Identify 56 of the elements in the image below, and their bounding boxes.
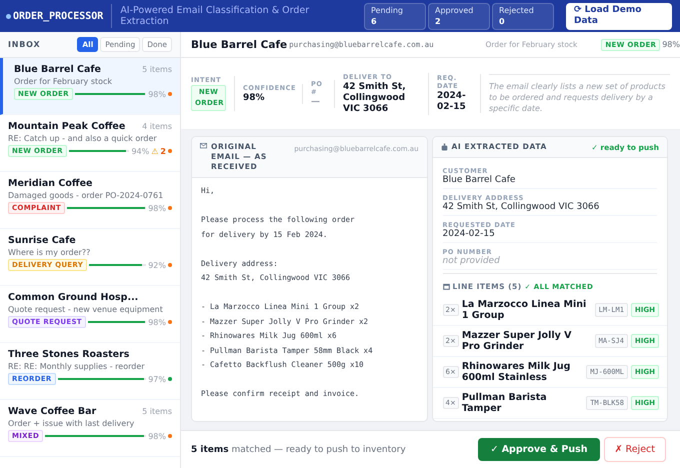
field-value: — [311,96,321,108]
sender-name: Wave Coffee Bar [8,406,96,417]
warning-count: 2 [160,146,166,156]
confidence-value: 98% [148,432,166,440]
app-subtitle: AI-Powered Email Classification & Order Extraction [120,5,310,27]
item-count: 4 items [142,122,172,131]
warning-icon: ⚠ [151,146,158,156]
email-subject: Order + issue with last delivery [8,419,136,428]
field-value: Blue Barrel Cafe [442,175,516,185]
item-count: 5 items [142,407,172,416]
confidence-value: 92% [148,260,166,270]
product-name: La Marzocco Linea Mini 1 Group [462,299,588,321]
stat-value: 6 [371,16,378,26]
sender-name: Blue Barrel Cafe [14,64,101,75]
email-subject: RE: RE: Monthly supplies - reorder [8,362,146,371]
email-subject: RE: Catch up - and also a quick order [8,134,158,143]
stat-label: Pending [371,6,404,16]
sender-name: Three Stones Roasters [8,349,130,360]
email-subject: Where is my order?? [8,248,92,257]
confidence-value: 98% [148,90,166,98]
item-count: 5 items [142,65,172,74]
footer-summary: 5 items matched — ready to push to inventory [191,444,406,454]
sender-name: Sunrise Cafe [8,235,76,246]
field-value: 42 Smith St, Collingwood VIC 3066 [442,202,600,212]
field-value: 42 Smith St, Collingwood VIC 3066 [343,82,407,114]
sender-name: Meridian Coffee [8,178,92,189]
stat-label: Rejected [499,6,535,16]
confidence-value: 94% [131,146,150,156]
stat-label: Approved [435,6,474,16]
reject-button[interactable]: ✗ Reject [604,437,666,462]
confidence-value: 98% [662,40,680,49]
stat-value: 2 [435,16,442,26]
product-name: Mazzer Super Jolly V Pro Grinder [462,330,572,352]
field-value: not provided [442,256,501,266]
email-subject: Damaged goods - order PO-2024-0761 [8,191,164,200]
email-subject: Quote request - new venue equipment [8,305,164,314]
customer-name: Blue Barrel Cafe [191,38,288,50]
field-value: 98% [243,92,266,104]
approve-button[interactable]: ✓ Approve & Push [478,438,600,461]
sender-name: Common Ground Hosp... [8,292,138,303]
app-logo: ORDER_PROCESSOR [13,10,104,22]
dot-icon [6,14,11,18]
sender-name: Mountain Peak Coffee [8,121,126,132]
load-demo-button[interactable]: ⟳ Load Demo Data [566,2,672,30]
confidence-value: 98% [148,204,166,212]
inbox-title: INBOX [8,40,40,49]
stat-value: 0 [499,16,506,26]
email-subject: Order for February stock [14,77,114,86]
confidence-value: 97% [148,374,166,384]
envelope-icon [200,142,207,149]
field-value: 2024-02-15 [437,91,467,113]
product-name: Rhinowares Milk Jug 600ml Stainless [462,361,572,383]
ai-reasoning: The email clearly lists a new set of products to be ordered and requests delivery by a specific date. [489,74,670,114]
field-value: 2024-02-15 [442,229,496,239]
confidence-value: 98% [148,318,166,326]
product-name: Pullman Barista Tamper [462,392,548,414]
